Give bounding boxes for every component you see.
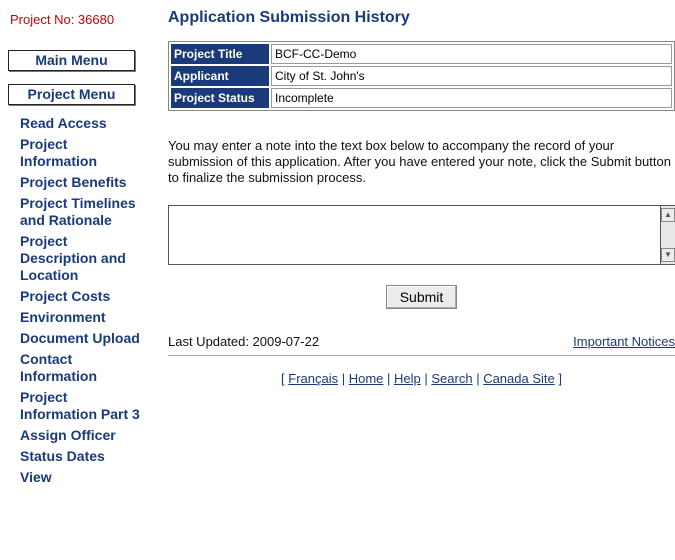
sidebar-item-project-information-part-3[interactable]: Project Information Part 3 bbox=[20, 388, 148, 426]
footer-separator: | bbox=[383, 371, 395, 386]
sidebar-item-document-upload[interactable]: Document Upload bbox=[20, 329, 148, 350]
footer-link-search[interactable]: Search bbox=[431, 371, 472, 386]
table-row: Project Title BCF-CC-Demo bbox=[171, 44, 672, 64]
sidebar-item-read-access[interactable]: Read Access bbox=[20, 114, 148, 135]
note-scrollbar[interactable]: ▲ ▼ bbox=[660, 205, 675, 265]
page-title: Application Submission History bbox=[168, 9, 410, 26]
footer-links: [ Français | Home | Help | Search | Cana… bbox=[168, 371, 675, 386]
note-textarea[interactable] bbox=[168, 205, 660, 265]
footer-separator: | bbox=[420, 371, 432, 386]
project-title-label: Project Title bbox=[171, 44, 269, 64]
sidebar-item-project-costs[interactable]: Project Costs bbox=[20, 287, 148, 308]
footer-divider bbox=[168, 355, 675, 356]
sidebar-item-project-benefits[interactable]: Project Benefits bbox=[20, 173, 148, 194]
important-notices-link[interactable]: Important Notices bbox=[573, 334, 675, 349]
sidebar-item-view[interactable]: View bbox=[20, 468, 148, 489]
table-row: Project Status Incomplete bbox=[171, 88, 672, 108]
scroll-down-arrow-icon[interactable]: ▼ bbox=[661, 248, 675, 262]
sidebar-item-status-dates[interactable]: Status Dates bbox=[20, 447, 148, 468]
footer-link-francais[interactable]: Français bbox=[288, 371, 338, 386]
sidebar-item-assign-officer[interactable]: Assign Officer bbox=[20, 426, 148, 447]
project-number: Project No: 36680 bbox=[10, 12, 115, 27]
applicant-value: City of St. John's bbox=[271, 66, 672, 86]
footer-link-home[interactable]: Home bbox=[349, 371, 384, 386]
main-menu-button[interactable]: Main Menu bbox=[8, 50, 135, 71]
sidebar-item-environment[interactable]: Environment bbox=[20, 308, 148, 329]
sidebar-item-contact-information[interactable]: Contact Information bbox=[20, 350, 148, 388]
project-status-label: Project Status bbox=[171, 88, 269, 108]
sidebar-nav: Read Access Project Information Project … bbox=[20, 114, 148, 489]
last-updated: Last Updated: 2009-07-22 bbox=[168, 334, 320, 349]
project-info-table: Project Title BCF-CC-Demo Applicant City… bbox=[168, 41, 675, 111]
applicant-label: Applicant bbox=[171, 66, 269, 86]
instructions-text: You may enter a note into the text box b… bbox=[168, 138, 671, 185]
sidebar-item-description-location[interactable]: Project Description and Location bbox=[20, 232, 148, 287]
footer-link-canada-site[interactable]: Canada Site bbox=[483, 371, 555, 386]
sidebar-item-timelines-rationale[interactable]: Project Timelines and Rationale bbox=[20, 194, 148, 232]
project-status-value: Incomplete bbox=[271, 88, 672, 108]
scroll-up-arrow-icon[interactable]: ▲ bbox=[661, 208, 675, 222]
footer-separator: | bbox=[338, 371, 349, 386]
project-menu-button[interactable]: Project Menu bbox=[8, 84, 135, 105]
sidebar-item-project-information[interactable]: Project Information bbox=[20, 135, 148, 173]
submit-button[interactable]: Submit bbox=[386, 285, 457, 309]
footer-bracket-close: ] bbox=[554, 371, 562, 386]
footer-link-help[interactable]: Help bbox=[394, 371, 421, 386]
table-row: Applicant City of St. John's bbox=[171, 66, 672, 86]
footer-separator: | bbox=[472, 371, 484, 386]
project-title-value: BCF-CC-Demo bbox=[271, 44, 672, 64]
